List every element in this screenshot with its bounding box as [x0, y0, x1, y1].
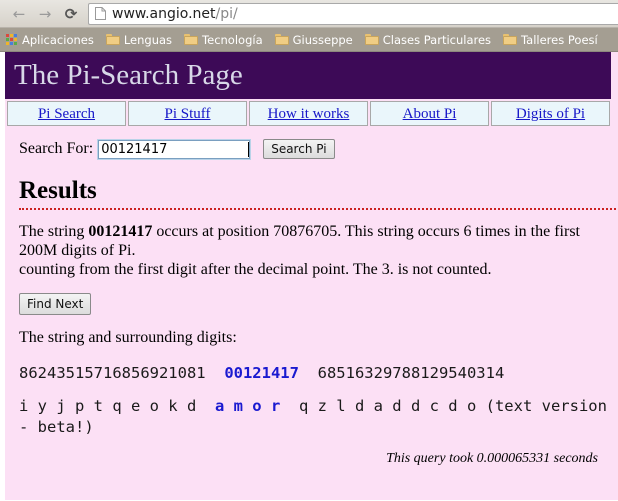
url-path: /pi/ [215, 5, 238, 22]
sidebar-item-digits-of-pi[interactable]: Digits of Pi [516, 106, 585, 122]
surrounding-digits: 86243515716856921081 00121417 6851632978… [19, 364, 610, 382]
result-counting-note: counting from the first digit after the … [19, 260, 492, 278]
folder-icon [105, 34, 120, 45]
bookmark-label: Clases Particulares [382, 32, 492, 47]
digits-match: 00121417 [224, 363, 299, 382]
nav-cell-digits-of-pi[interactable]: Digits of Pi [491, 101, 610, 126]
search-pi-button[interactable]: Search Pi [263, 139, 335, 159]
search-form: Search For: Search Pi [13, 128, 610, 163]
page-content: Search For: Search Pi Results The string… [5, 128, 618, 467]
result-summary: The string 00121417 occurs at position 7… [19, 223, 609, 261]
digits-before: 86243515716856921081 [19, 363, 206, 382]
bookmark-clases-particulares[interactable]: Clases Particulares [364, 32, 492, 47]
nav-cell-about-pi[interactable]: About Pi [370, 101, 489, 126]
nav-cell-how-it-works[interactable]: How it works [249, 101, 368, 126]
browser-toolbar: ← → ⟳ www.angio.net/pi/ [0, 0, 618, 28]
find-next-button[interactable]: Find Next [19, 292, 92, 315]
sidebar-item-pi-search[interactable]: Pi Search [38, 106, 95, 122]
bookmark-talleres-poesia[interactable]: Talleres Poesí [503, 33, 598, 47]
folder-icon [184, 34, 199, 45]
bookmark-label: Lenguas [123, 32, 173, 47]
result-query-string: 00121417 [88, 223, 153, 240]
letters-before: i y j p t q e o k d [19, 396, 197, 415]
section-divider [19, 208, 618, 210]
surrounding-digits-label: The string and surrounding digits: [19, 328, 237, 346]
site-nav: Pi Search Pi Stuff How it works About Pi… [5, 99, 612, 128]
page-document-icon [95, 7, 106, 20]
folder-icon [364, 34, 379, 45]
address-bar[interactable]: www.angio.net/pi/ [88, 2, 618, 25]
bookmark-label: Tecnología [202, 32, 263, 47]
folder-icon [274, 34, 289, 45]
letters-match: a m o r [214, 396, 281, 415]
bookmark-label: Aplicaciones [22, 32, 94, 47]
bookmark-giusseppe[interactable]: Giusseppe [274, 32, 353, 47]
page-viewport: The Pi-Search Page Pi Search Pi Stuff Ho… [0, 52, 618, 500]
query-time-note: This query took 0.000065331 seconds [386, 451, 598, 467]
pi-search-page: The Pi-Search Page Pi Search Pi Stuff Ho… [5, 52, 618, 500]
sidebar-item-pi-stuff[interactable]: Pi Stuff [165, 106, 211, 122]
sidebar-item-about-pi[interactable]: About Pi [403, 106, 457, 122]
bookmark-lenguas[interactable]: Lenguas [105, 32, 173, 47]
forward-arrow-icon[interactable]: → [32, 2, 58, 26]
address-bar-url: www.angio.net/pi/ [112, 6, 238, 22]
page-header-banner: The Pi-Search Page [5, 52, 611, 99]
nav-cell-pi-stuff[interactable]: Pi Stuff [128, 101, 247, 126]
bookmark-label: Talleres Poesí [521, 32, 598, 47]
bookmark-apps[interactable]: Aplicaciones [6, 33, 94, 47]
url-host: www.angio.net [112, 5, 216, 22]
bookmarks-bar: Aplicaciones Lenguas Tecnología Giussepp… [0, 28, 618, 52]
text-version-line: i y j p t q e o k d a m o r q z l d a d … [19, 396, 618, 438]
search-label: Search For: [19, 140, 94, 157]
nav-cell-pi-search[interactable]: Pi Search [7, 101, 126, 126]
text-caret [248, 141, 250, 157]
bookmark-tecnologia[interactable]: Tecnología [184, 33, 263, 47]
back-arrow-icon[interactable]: ← [6, 2, 32, 26]
find-next-wrap: Find Next [19, 292, 610, 315]
search-input[interactable] [97, 138, 252, 160]
apps-grid-icon [6, 33, 18, 46]
browser-chrome: ← → ⟳ www.angio.net/pi/ Aplicaciones Len… [0, 0, 618, 52]
sidebar-item-how-it-works[interactable]: How it works [268, 106, 350, 122]
page-title: The Pi-Search Page [14, 59, 243, 91]
reload-icon[interactable]: ⟳ [58, 2, 84, 26]
bookmark-label: Giusseppe [292, 32, 353, 47]
result-summary-prefix: The string [19, 223, 89, 240]
folder-icon [503, 34, 518, 45]
results-heading: Results [19, 177, 97, 204]
digits-after: 68516329788129540314 [317, 363, 505, 382]
